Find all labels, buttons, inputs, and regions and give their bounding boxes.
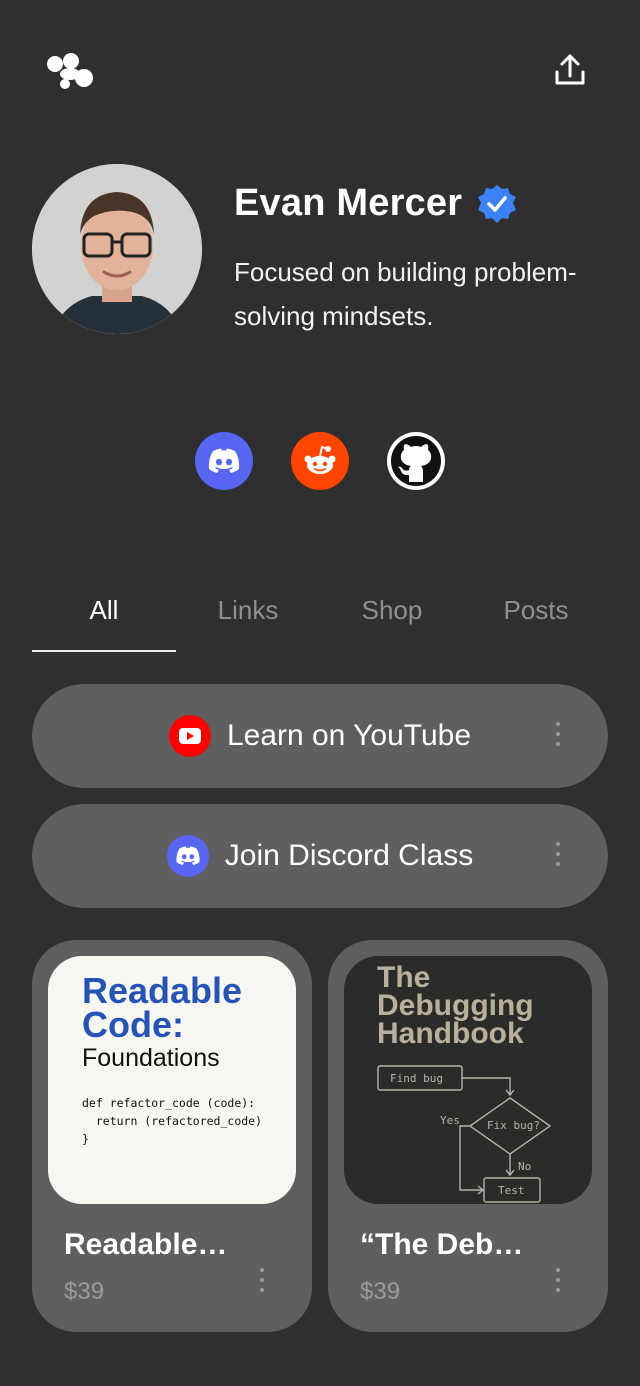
share-upload-icon[interactable] bbox=[552, 52, 588, 88]
github-icon bbox=[391, 436, 441, 486]
cover-heading-line: Readable bbox=[82, 970, 243, 1011]
more-options-icon[interactable] bbox=[554, 1268, 562, 1296]
more-options-icon[interactable] bbox=[554, 842, 562, 870]
product-card[interactable]: The Debugging Handbook Find bug Yes Fix … bbox=[328, 940, 608, 1332]
cover-subtitle: Foundations bbox=[82, 1044, 220, 1072]
tab-links[interactable]: Links bbox=[176, 580, 320, 652]
cover-heading: Readable Code: bbox=[82, 970, 243, 1045]
link-youtube-button[interactable]: Learn on YouTube bbox=[32, 684, 608, 788]
profile-name-row: Evan Mercer bbox=[234, 182, 518, 225]
flow-fix-label: Fix bug? bbox=[487, 1119, 540, 1132]
product-cover-image: Readable Code: Foundations def refactor_… bbox=[48, 956, 296, 1204]
link-label: Learn on YouTube bbox=[226, 719, 472, 752]
product-price: $39 bbox=[360, 1278, 401, 1305]
flow-arrow bbox=[462, 1077, 511, 1094]
tab-all[interactable]: All bbox=[32, 580, 176, 652]
cover-code: def refactor_code (code): return (refact… bbox=[82, 1096, 263, 1146]
youtube-icon bbox=[168, 715, 211, 757]
linktree-logo-icon[interactable] bbox=[44, 52, 96, 92]
discord-icon bbox=[166, 835, 209, 877]
tab-shop[interactable]: Shop bbox=[320, 580, 464, 652]
product-price: $39 bbox=[64, 1278, 105, 1305]
discord-icon bbox=[208, 448, 240, 473]
product-card[interactable]: Readable Code: Foundations def refactor_… bbox=[32, 940, 312, 1332]
tab-posts[interactable]: Posts bbox=[464, 580, 608, 652]
content-tabs: All Links Shop Posts bbox=[32, 580, 608, 652]
discord-social-button[interactable] bbox=[195, 432, 253, 490]
product-title: “The Deb… bbox=[360, 1228, 524, 1261]
flow-test-label: Test bbox=[498, 1184, 525, 1197]
flow-arrow bbox=[459, 1125, 482, 1191]
more-options-icon[interactable] bbox=[258, 1268, 266, 1296]
reddit-social-button[interactable] bbox=[291, 432, 349, 490]
profile-bio: Focused on building problem-solving mind… bbox=[234, 257, 577, 331]
flow-yes-label: Yes bbox=[440, 1114, 460, 1127]
product-title: Readable… bbox=[64, 1228, 228, 1261]
verified-badge-icon bbox=[476, 183, 518, 225]
product-cover-image: The Debugging Handbook Find bug Yes Fix … bbox=[344, 956, 592, 1204]
profile-name: Evan Mercer bbox=[234, 182, 463, 224]
github-social-button[interactable] bbox=[387, 432, 445, 490]
avatar bbox=[32, 164, 202, 334]
link-discord-button[interactable]: Join Discord Class bbox=[32, 804, 608, 908]
flow-no-label: No bbox=[518, 1160, 531, 1173]
flowchart-diagram: Find bug Yes Fix bug? No Test bbox=[377, 1065, 552, 1203]
cover-heading-line: Code: bbox=[82, 1004, 184, 1045]
reddit-icon bbox=[304, 445, 336, 474]
more-options-icon[interactable] bbox=[554, 722, 562, 750]
flow-find-label: Find bug bbox=[390, 1072, 443, 1085]
link-label: Join Discord Class bbox=[224, 839, 474, 872]
